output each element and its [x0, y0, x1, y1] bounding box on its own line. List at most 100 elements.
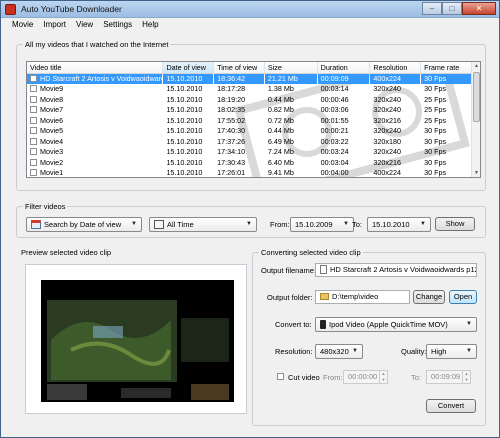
row-checkbox[interactable]: [30, 158, 37, 166]
minimize-button[interactable]: –: [422, 2, 442, 15]
table-row[interactable]: Movie3 15.10.2010 17:34:10 7.24 Mb 00:03:24 3…: [27, 147, 480, 158]
menu-settings[interactable]: Settings: [98, 18, 137, 32]
chevron-down-icon: ▼: [420, 221, 426, 227]
table-cell-time: 17:40:30: [217, 126, 246, 136]
menu-help[interactable]: Help: [137, 18, 163, 32]
column-header-date[interactable]: Date of view: [162, 62, 215, 74]
table-cell-resolution: 400x224: [373, 168, 401, 178]
cut-video-checkbox[interactable]: [277, 373, 284, 380]
table-cell-size: 7.24 Mb: [267, 147, 294, 157]
table-row[interactable]: Movie9 15.10.2010 18:17:28 1.38 Mb 00:03:14 3…: [27, 84, 480, 95]
column-header-title[interactable]: Video title: [27, 62, 164, 74]
list-scrollbar[interactable]: ▲ ▼: [471, 62, 480, 177]
row-title: Movie1: [40, 168, 64, 178]
close-button[interactable]: ✕: [462, 2, 496, 15]
output-folder-label: Output folder:: [267, 293, 313, 302]
row-checkbox[interactable]: [30, 106, 37, 114]
convert-button[interactable]: Convert: [426, 399, 476, 413]
period-select[interactable]: All Time ▼: [149, 217, 257, 232]
output-filename-value: HD Starcraft 2 Artosis v Voidwaoidwards …: [330, 265, 477, 274]
video-preview[interactable]: [41, 280, 234, 402]
row-title: Movie9: [40, 84, 64, 94]
change-button[interactable]: Change: [413, 290, 445, 304]
table-cell-date: 15.10.2010: [166, 157, 203, 167]
open-button[interactable]: Open: [449, 290, 477, 304]
scroll-down-icon[interactable]: ▼: [473, 169, 480, 177]
menu-import[interactable]: Import: [38, 18, 71, 32]
cut-to-field[interactable]: 00:09:09 ▲ ▼: [426, 370, 471, 384]
convert-to-select[interactable]: Ipod Video (Apple QuickTime MOV) ▼: [315, 317, 477, 332]
from-label: From:: [270, 220, 290, 229]
row-title: Movie3: [40, 147, 64, 157]
sort-by-select[interactable]: Search by Date of view ▼: [26, 217, 142, 232]
table-cell-duration: 00:03:06: [320, 105, 349, 115]
table-cell-size: 6.40 Mb: [267, 157, 294, 167]
to-date-picker[interactable]: 15.10.2010 ▼: [367, 217, 431, 232]
to-date-value: 15.10.2010: [372, 220, 410, 229]
table-cell-size: 0.44 Mb: [267, 94, 294, 104]
scrollbar-thumb[interactable]: [473, 72, 480, 122]
cut-to-value: 00:09:09: [431, 372, 461, 381]
row-title: Movie4: [40, 136, 64, 146]
table-cell-time: 17:37:26: [217, 136, 246, 146]
sort-by-value: Search by Date of view: [44, 220, 122, 229]
table-row[interactable]: Movie2 15.10.2010 17:30:43 6.40 Mb 00:03:04 3…: [27, 157, 480, 168]
row-checkbox[interactable]: [30, 95, 37, 103]
row-checkbox[interactable]: [30, 148, 37, 156]
videos-list[interactable]: Video title Date of view Time of view Si…: [26, 61, 481, 178]
table-row[interactable]: Movie6 15.10.2010 17:55:02 0.72 Mb 00:01:55 3…: [27, 115, 480, 126]
column-header-size[interactable]: Size: [264, 62, 318, 74]
output-folder-value: D:\temp\video: [332, 292, 379, 301]
output-filename-field[interactable]: HD Starcraft 2 Artosis v Voidwaoidwards …: [315, 263, 477, 277]
app-icon: [5, 4, 16, 15]
row-checkbox[interactable]: [30, 127, 37, 135]
title-bar[interactable]: Auto YouTube Downloader – □ ✕: [1, 1, 499, 18]
resolution-select[interactable]: 480x320 ▼: [315, 344, 363, 359]
menu-view[interactable]: View: [71, 18, 98, 32]
table-row[interactable]: Movie1 15.10.2010 17:26:01 9.41 Mb 00:04:00 4…: [27, 168, 480, 178]
table-cell-size: 0.72 Mb: [267, 115, 294, 125]
output-folder-field[interactable]: D:\temp\video: [315, 290, 410, 304]
table-row[interactable]: Movie8 15.10.2010 18:19:20 0.44 Mb 00:00:46 3…: [27, 94, 480, 105]
column-header-duration[interactable]: Duration: [317, 62, 371, 74]
row-checkbox[interactable]: [30, 75, 37, 82]
cut-from-field[interactable]: 00:00:00 ▲ ▼: [343, 370, 388, 384]
table-cell-title: Movie2: [27, 157, 163, 168]
quality-label: Quality:: [401, 347, 427, 356]
table-cell-title: Movie6: [27, 115, 163, 126]
scroll-up-icon[interactable]: ▲: [473, 62, 480, 70]
table-cell-resolution: 320x180: [373, 136, 401, 146]
spinner-icon[interactable]: ▲ ▼: [379, 371, 387, 383]
table-row[interactable]: Movie7 15.10.2010 18:02:35 0.82 Mb 00:03:06 3…: [27, 105, 480, 116]
table-row[interactable]: Movie4 15.10.2010 17:37:26 6.49 Mb 00:03:22 3…: [27, 136, 480, 147]
table-cell-duration: 00:04:00: [320, 168, 349, 178]
table-cell-resolution: 320x240: [373, 84, 401, 94]
table-row[interactable]: Movie5 15.10.2010 17:40:30 0.44 Mb 00:00:21 3…: [27, 126, 480, 137]
convert-group-title: Converting selected video clip: [259, 248, 363, 257]
table-cell-title: Movie8: [27, 94, 163, 105]
column-header-time[interactable]: Time of view: [213, 62, 265, 74]
column-header-resolution[interactable]: Resolution: [369, 62, 422, 74]
table-cell-duration: 00:00:46: [320, 94, 349, 104]
row-checkbox[interactable]: [30, 137, 37, 145]
table-cell-resolution: 320x240: [373, 126, 401, 136]
table-cell-size: 1.38 Mb: [267, 84, 294, 94]
period-value: All Time: [167, 220, 194, 229]
output-filename-label: Output filename:: [261, 266, 317, 275]
row-checkbox[interactable]: [30, 85, 37, 93]
row-checkbox[interactable]: [30, 116, 37, 124]
quality-select[interactable]: High ▼: [426, 344, 477, 359]
maximize-button[interactable]: □: [442, 2, 462, 15]
menu-movie[interactable]: Movie: [7, 18, 38, 32]
table-cell-date: 15.10.2010: [166, 94, 203, 104]
table-cell-duration: 00:03:24: [320, 147, 349, 157]
table-row[interactable]: HD Starcraft 2 Artosis v Voidwaoidwards …: [27, 73, 480, 84]
spinner-icon[interactable]: ▲ ▼: [462, 371, 470, 383]
chevron-down-icon: ▼: [466, 321, 472, 327]
row-checkbox[interactable]: [30, 169, 37, 177]
show-button[interactable]: Show: [435, 217, 475, 231]
from-date-picker[interactable]: 15.10.2009 ▼: [290, 217, 354, 232]
file-icon: [320, 265, 327, 274]
table-cell-title: HD Starcraft 2 Artosis v Voidwaoidwards …: [27, 73, 163, 84]
convert-to-value: Ipod Video (Apple QuickTime MOV): [329, 320, 448, 329]
